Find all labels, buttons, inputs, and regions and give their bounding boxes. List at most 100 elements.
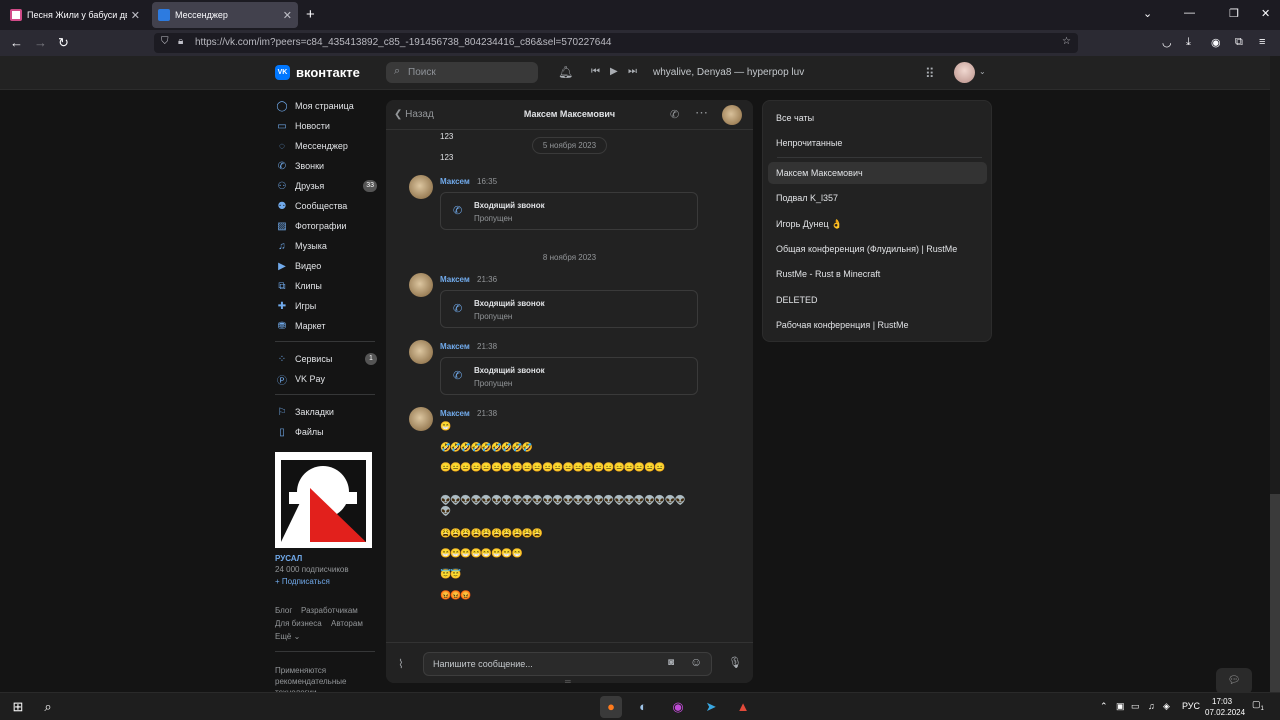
avatar[interactable]: [409, 407, 433, 431]
tab-list-chevron-icon[interactable]: ⌄: [1143, 7, 1152, 20]
sidebar-item-calls[interactable]: ✆ Звонки: [275, 157, 377, 175]
chat-item-maksem[interactable]: Максем Максемович: [768, 162, 987, 184]
lock-icon[interactable]: 🔒︎: [178, 36, 183, 47]
minimize-icon[interactable]: —: [1184, 7, 1195, 19]
chat-item-igor[interactable]: Игорь Дунец 👌: [768, 213, 987, 235]
avatar[interactable]: [409, 175, 433, 199]
window-close-icon[interactable]: ✕: [1261, 7, 1270, 20]
clock-time[interactable]: 17:03: [1212, 697, 1232, 706]
tab-close-icon[interactable]: ✕: [283, 9, 292, 22]
play-icon[interactable]: ▶: [610, 66, 618, 77]
vk-logo-text[interactable]: вконтакте: [296, 65, 360, 80]
download-icon[interactable]: ⤓: [1186, 36, 1191, 49]
firefox-icon[interactable]: ●: [600, 696, 622, 718]
back-arrow-icon[interactable]: ←: [10, 35, 23, 50]
bell-icon[interactable]: 🔔︎: [558, 65, 573, 79]
ad-image[interactable]: [275, 452, 372, 548]
resize-handle-icon[interactable]: ═: [565, 677, 571, 686]
tray-headset-icon[interactable]: ♫: [1148, 701, 1155, 711]
tray-language[interactable]: РУС: [1182, 701, 1200, 711]
footer-link-blog[interactable]: Блог: [275, 606, 292, 615]
sidebar-item-news[interactable]: ▭ Новости: [275, 117, 377, 135]
previous-track-icon[interactable]: ⏮: [591, 66, 600, 77]
url-text[interactable]: https://vk.com/im?peers=c84_435413892_c8…: [195, 37, 611, 48]
sidebar-item-files[interactable]: ▯ Файлы: [275, 423, 377, 441]
emoji-smile-icon[interactable]: ☺: [690, 655, 702, 669]
sidebar-item-market[interactable]: ⛃ Маркет: [275, 317, 377, 335]
chat-item-work-conf[interactable]: Рабочая конференция | RustMe: [768, 314, 987, 336]
now-playing-track[interactable]: whyalive, Denya8 — hyperpop luv: [653, 67, 804, 78]
sidebar-item-bookmarks[interactable]: ⚐ Закладки: [275, 403, 377, 421]
tab-close-icon[interactable]: ✕: [131, 9, 140, 22]
menu-icon[interactable]: ≡: [1259, 36, 1265, 48]
ad-title[interactable]: РУСАЛ: [275, 554, 302, 563]
forward-arrow-icon[interactable]: →: [34, 35, 47, 50]
message-author[interactable]: Максем: [440, 177, 470, 186]
address-bar[interactable]: ⛉ 🔒︎ https://vk.com/im?peers=c84_4354138…: [154, 33, 1078, 53]
browser-tab-messenger[interactable]: Мессенджер ✕: [152, 2, 298, 28]
subscribe-link[interactable]: + Подписаться: [275, 577, 330, 586]
apps-grid-icon[interactable]: ⠿: [925, 66, 935, 82]
clock-date[interactable]: 07.02.2024: [1205, 708, 1245, 717]
avatar[interactable]: [409, 273, 433, 297]
pocket-icon[interactable]: ◡: [1162, 36, 1172, 49]
folder-unread[interactable]: Непрочитанные: [768, 132, 987, 154]
sidebar-item-my-page[interactable]: ◯ Моя страница: [275, 97, 377, 115]
footer-link-authors[interactable]: Авторам: [331, 619, 363, 628]
bookmark-star-icon[interactable]: ☆: [1062, 36, 1071, 47]
sidebar-item-photos[interactable]: ▨ Фотографии: [275, 217, 377, 235]
sidebar-item-friends[interactable]: ⚇ Друзья 33: [275, 177, 377, 195]
sidebar-item-communities[interactable]: ⚉ Сообщества: [275, 197, 377, 215]
avatar[interactable]: [409, 340, 433, 364]
sidebar-item-services[interactable]: ⁘ Сервисы 1: [275, 350, 377, 368]
chat-bubble-icon[interactable]: 💬︎: [1216, 668, 1252, 694]
search-box[interactable]: ⌕: [386, 62, 538, 83]
sidebar-item-messenger[interactable]: ◌ Мессенджер: [275, 137, 377, 155]
notification-icon[interactable]: ▢1: [1252, 699, 1264, 712]
message-author[interactable]: Максем: [440, 409, 470, 418]
search-icon[interactable]: ⌕: [37, 696, 59, 718]
sidebar-item-video[interactable]: ▶ Видео: [275, 257, 377, 275]
windows-start-icon[interactable]: ⊞: [7, 696, 29, 718]
missed-call-card[interactable]: ✆ Входящий звонок Пропущен: [440, 357, 698, 395]
vk-logo-icon[interactable]: VK: [275, 65, 290, 80]
missed-call-card[interactable]: ✆ Входящий звонок Пропущен: [440, 192, 698, 230]
new-tab-icon[interactable]: +: [306, 6, 315, 23]
sidebar-item-games[interactable]: ✚ Игры: [275, 297, 377, 315]
next-track-icon[interactable]: ⏭: [628, 66, 637, 77]
paperclip-icon[interactable]: ⌇: [398, 657, 404, 671]
sidebar-item-clips[interactable]: ⧉ Клипы: [275, 277, 377, 295]
chat-item-general-conf[interactable]: Общая конференция (Флудильня) | RustMe: [768, 238, 987, 260]
telegram-icon[interactable]: ➤: [700, 696, 722, 718]
search-input[interactable]: [408, 65, 528, 80]
steam-icon[interactable]: ◐: [632, 696, 654, 718]
chevron-down-icon[interactable]: ⌄: [979, 67, 986, 76]
more-dots-icon[interactable]: ⋯: [695, 105, 708, 121]
footer-link-more[interactable]: Ещё ⌄: [275, 632, 300, 641]
footer-link-business[interactable]: Для бизнеса: [275, 619, 322, 628]
avatar[interactable]: [954, 62, 975, 83]
chat-item-rustme[interactable]: RustMe - Rust в Minecraft: [768, 263, 987, 285]
chat-item-deleted[interactable]: DELETED: [768, 289, 987, 311]
chat-item-podval[interactable]: Подвал K_l357: [768, 187, 987, 209]
app-triangle-icon[interactable]: ▲: [732, 696, 754, 718]
camera-icon[interactable]: ◙: [668, 657, 674, 668]
sidebar-item-vkpay[interactable]: Ⓟ VK Pay: [275, 370, 377, 388]
discord-icon[interactable]: ◉: [667, 696, 689, 718]
message-author[interactable]: Максем: [440, 342, 470, 351]
missed-call-card[interactable]: ✆ Входящий звонок Пропущен: [440, 290, 698, 328]
tray-battery-icon[interactable]: ▭: [1131, 701, 1140, 712]
chat-avatar[interactable]: [722, 105, 742, 125]
sidebar-item-music[interactable]: ♫ Музыка: [275, 237, 377, 255]
folder-all-chats[interactable]: Все чаты: [768, 107, 987, 129]
shield-icon[interactable]: ⛉: [161, 36, 169, 47]
account-icon[interactable]: ◉: [1211, 36, 1221, 49]
tray-network-icon[interactable]: ◈: [1163, 701, 1170, 712]
extensions-icon[interactable]: ⧉: [1235, 36, 1243, 49]
tray-device-icon[interactable]: ▣: [1116, 701, 1125, 712]
microphone-icon[interactable]: 🎙︎: [728, 656, 742, 669]
restore-icon[interactable]: ❐: [1229, 7, 1239, 20]
browser-tab-song[interactable]: Песня Жили у бабуси два весе ✕: [4, 2, 146, 28]
tray-chevron-up-icon[interactable]: ⌃: [1100, 701, 1108, 712]
message-author[interactable]: Максем: [440, 275, 470, 284]
